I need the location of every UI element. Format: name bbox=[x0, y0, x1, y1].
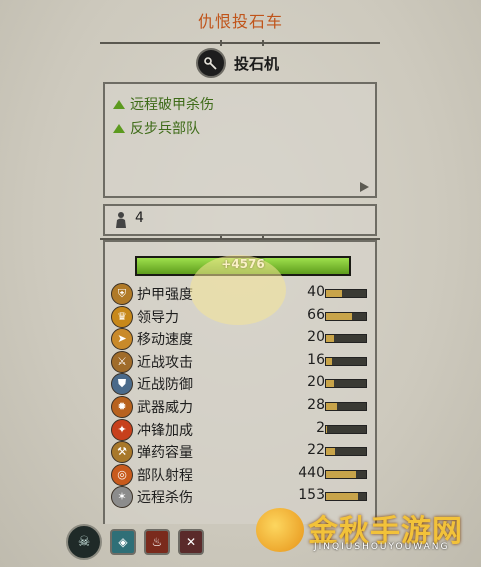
stat-value: 20 bbox=[307, 374, 325, 391]
mascot-watermark bbox=[190, 255, 286, 325]
stat-row[interactable]: ⛊ 近战防御 20 bbox=[111, 372, 369, 396]
speed-icon: ➤ bbox=[111, 328, 133, 351]
stat-bar-fill bbox=[326, 335, 334, 343]
stat-bar bbox=[325, 379, 367, 389]
title-divider bbox=[100, 40, 380, 46]
stat-value: 440 bbox=[298, 464, 325, 481]
stat-bar-fill bbox=[326, 448, 335, 456]
watermark-logo-icon bbox=[256, 508, 304, 552]
stat-bar bbox=[325, 356, 367, 366]
stat-value: 20 bbox=[307, 329, 325, 346]
melee-attack-icon: ⚔ bbox=[111, 350, 133, 373]
stat-name: 近战防御 bbox=[137, 377, 193, 394]
stat-name: 部队射程 bbox=[137, 467, 193, 484]
range-icon: ◎ bbox=[111, 463, 133, 486]
stat-value: 40 bbox=[307, 284, 325, 300]
stat-name: 护甲强度 bbox=[137, 287, 193, 303]
stat-value: 22 bbox=[307, 442, 325, 459]
stat-name: 近战攻击 bbox=[137, 354, 193, 371]
men-icon bbox=[116, 212, 126, 228]
stat-bar bbox=[325, 289, 367, 298]
stat-bar bbox=[325, 402, 367, 411]
stat-name: 冲锋加成 bbox=[137, 422, 193, 439]
more-traits-arrow-icon[interactable] bbox=[360, 182, 369, 192]
unit-size-row: 4 bbox=[103, 204, 377, 236]
trait-item[interactable]: 远程破甲杀伤 bbox=[113, 94, 214, 114]
weapon-strength-icon: ✹ bbox=[111, 396, 133, 418]
stat-row[interactable]: ➤ 移动速度 20 bbox=[111, 327, 369, 351]
crossed-ability-icon[interactable]: ✕ bbox=[178, 529, 204, 555]
stat-row[interactable]: ◎ 部队射程 440 bbox=[111, 463, 369, 486]
trait-label: 反步兵部队 bbox=[130, 121, 200, 137]
charge-bonus-icon: ✦ bbox=[111, 418, 133, 441]
stat-bar bbox=[325, 311, 367, 321]
missile-damage-icon: ✶ bbox=[111, 486, 133, 509]
positive-triangle-icon bbox=[113, 99, 125, 109]
trait-label: 远程破甲杀伤 bbox=[130, 97, 214, 113]
unit-class-label: 投石机 bbox=[234, 54, 280, 73]
stat-value: 28 bbox=[307, 397, 325, 413]
stat-bar-fill bbox=[326, 403, 338, 410]
stat-bar-fill bbox=[326, 380, 334, 388]
positive-triangle-icon bbox=[113, 123, 125, 133]
stat-bar bbox=[325, 447, 367, 457]
stat-bar-fill bbox=[326, 357, 333, 365]
stat-bar bbox=[325, 424, 367, 434]
trait-item[interactable]: 反步兵部队 bbox=[113, 118, 200, 138]
unit-size-count: 4 bbox=[135, 210, 144, 226]
leadership-icon: ♛ bbox=[111, 305, 133, 328]
stat-name: 移动速度 bbox=[137, 332, 193, 349]
stat-name: 远程杀伤 bbox=[137, 490, 193, 507]
stat-value: 2 bbox=[316, 419, 325, 436]
stat-bar bbox=[325, 334, 367, 344]
unit-title: 仇恨投石车 bbox=[197, 12, 283, 31]
stat-row[interactable]: ⚒ 弹药容量 22 bbox=[111, 440, 369, 464]
shield-ability-icon[interactable]: ◈ bbox=[110, 529, 136, 555]
catapult-icon bbox=[196, 48, 226, 78]
skull-ability-icon[interactable]: ☠ bbox=[66, 524, 102, 560]
traits-panel: 远程破甲杀伤 反步兵部队 bbox=[103, 82, 377, 198]
stat-bar-fill bbox=[326, 470, 356, 478]
melee-defence-icon: ⛊ bbox=[111, 373, 133, 396]
stat-row[interactable]: ✦ 冲锋加成 2 bbox=[111, 418, 369, 441]
fire-ability-icon[interactable]: ♨ bbox=[144, 529, 170, 555]
stat-row[interactable]: ⚔ 近战攻击 16 bbox=[111, 350, 369, 373]
stat-name: 领导力 bbox=[137, 309, 179, 326]
ammunition-icon: ⚒ bbox=[111, 441, 133, 464]
stat-bar-fill bbox=[326, 312, 353, 320]
unit-class: 投石机 bbox=[196, 48, 279, 78]
abilities-bar: ☠ ◈ ♨ ✕ bbox=[66, 524, 204, 560]
stat-row[interactable]: ✹ 武器威力 28 bbox=[111, 395, 369, 418]
site-watermark: 金秋手游网 JINQIUSHOUYOUWANG bbox=[244, 494, 479, 564]
stat-value: 66 bbox=[307, 306, 325, 323]
stat-bar bbox=[325, 469, 367, 479]
stat-bar-fill bbox=[326, 290, 342, 297]
watermark-subtext: JINQIUSHOUYOUWANG bbox=[314, 542, 450, 552]
stat-name: 弹药容量 bbox=[137, 445, 193, 462]
stat-value: 16 bbox=[307, 351, 325, 368]
stat-name: 武器威力 bbox=[137, 400, 193, 416]
stat-bar-fill bbox=[326, 425, 327, 433]
armour-icon: ⛨ bbox=[111, 283, 133, 305]
